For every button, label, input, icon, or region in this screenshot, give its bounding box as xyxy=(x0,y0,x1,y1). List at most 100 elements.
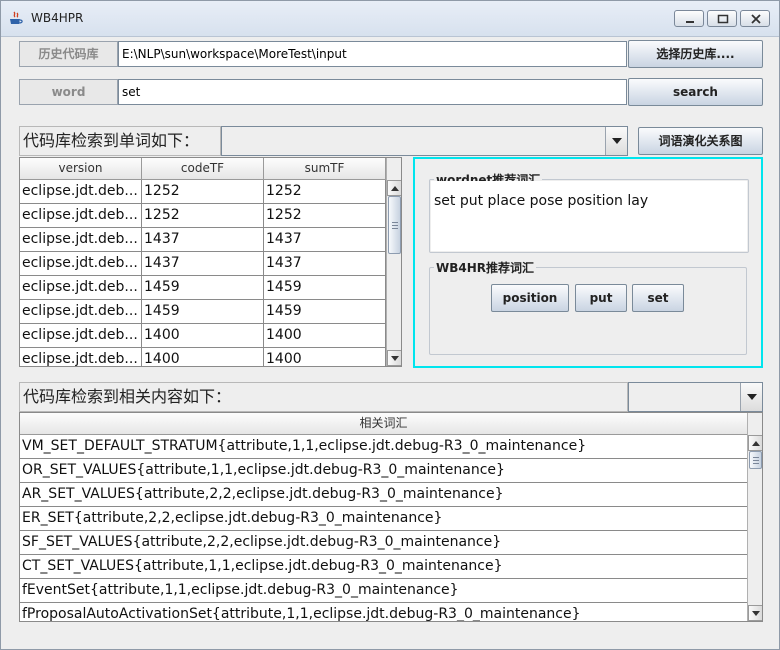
words-table-header: version codeTF sumTF xyxy=(20,158,386,180)
chevron-down-icon xyxy=(747,394,757,400)
sumtf-cell: 1437 xyxy=(264,252,386,276)
scroll-thumb[interactable] xyxy=(749,451,762,469)
suggest-put-button[interactable]: put xyxy=(575,284,627,312)
sumtf-cell: 1400 xyxy=(264,348,386,366)
related-word-cell: SF_SET_VALUES{attribute,2,2,eclipse.jdt.… xyxy=(22,534,502,550)
title-bar[interactable]: WB4HPR xyxy=(1,1,779,37)
sumtf-cell: 1252 xyxy=(264,204,386,228)
word-input[interactable]: set xyxy=(118,79,627,105)
words-combo[interactable] xyxy=(221,126,628,156)
list-item[interactable]: AR_SET_VALUES{attribute,2,2,eclipse.jdt.… xyxy=(20,483,747,507)
scroll-up-icon xyxy=(391,186,399,191)
choose-repo-button[interactable]: 选择历史库.... xyxy=(628,40,763,68)
app-window: WB4HPR 历史代码库 E:\NLP\sun\workspace\MoreTe… xyxy=(0,0,780,650)
recommendation-panel: wordnet推荐词汇 set put place pose position … xyxy=(413,157,763,368)
scroll-down-button[interactable] xyxy=(387,350,401,366)
version-cell: eclipse.jdt.deb... xyxy=(20,228,142,252)
table-row[interactable]: eclipse.jdt.deb... 1252 1252 xyxy=(20,180,386,204)
words-caption: 代码库检索到单词如下： xyxy=(19,126,221,156)
table-row[interactable]: eclipse.jdt.deb... 1459 1459 xyxy=(20,276,386,300)
scroll-down-icon xyxy=(391,356,399,361)
close-icon xyxy=(751,14,761,24)
list-item[interactable]: ER_SET{attribute,2,2,eclipse.jdt.debug-R… xyxy=(20,507,747,531)
grip-line xyxy=(392,225,398,226)
table-row[interactable]: eclipse.jdt.deb... 1459 1459 xyxy=(20,300,386,324)
version-cell: eclipse.jdt.deb... xyxy=(20,180,142,204)
maximize-button[interactable] xyxy=(707,10,737,27)
version-cell: eclipse.jdt.deb... xyxy=(20,300,142,324)
related-table-header: 相关词汇 xyxy=(20,413,747,435)
scroll-thumb[interactable] xyxy=(388,196,401,254)
list-item[interactable]: VM_SET_DEFAULT_STRATUM{attribute,1,1,ecl… xyxy=(20,435,747,459)
minimize-icon xyxy=(686,21,694,23)
related-table-scrollbar[interactable] xyxy=(747,413,762,621)
grip-line xyxy=(753,457,759,458)
sumtf-cell: 1459 xyxy=(264,300,386,324)
minimize-button[interactable] xyxy=(674,10,704,27)
related-word-cell: AR_SET_VALUES{attribute,2,2,eclipse.jdt.… xyxy=(22,486,504,502)
scroll-up-icon xyxy=(752,441,760,446)
words-table-scrollbar[interactable] xyxy=(386,158,401,366)
list-item[interactable]: SF_SET_VALUES{attribute,2,2,eclipse.jdt.… xyxy=(20,531,747,555)
codetf-cell: 1459 xyxy=(142,300,264,324)
sumtf-cell: 1437 xyxy=(264,228,386,252)
window-title: WB4HPR xyxy=(31,11,84,25)
related-combo-arrow[interactable] xyxy=(740,383,762,411)
version-cell: eclipse.jdt.deb... xyxy=(20,204,142,228)
related-table: 相关词汇 VM_SET_DEFAULT_STRATUM{attribute,1,… xyxy=(19,412,763,622)
wordnet-text[interactable]: set put place pose position lay xyxy=(431,181,747,251)
wb4hr-group: WB4HR推荐词汇 position put set xyxy=(429,259,747,355)
list-item[interactable]: fEventSet{attribute,1,1,eclipse.jdt.debu… xyxy=(20,579,747,603)
related-word-cell: OR_SET_VALUES{attribute,1,1,eclipse.jdt.… xyxy=(22,462,505,478)
col-related-words[interactable]: 相关词汇 xyxy=(20,413,747,435)
list-item[interactable]: CT_SET_VALUES{attribute,1,1,eclipse.jdt.… xyxy=(20,555,747,579)
words-combo-arrow[interactable] xyxy=(605,127,627,155)
java-coffee-icon xyxy=(10,11,23,24)
table-row[interactable]: eclipse.jdt.deb... 1252 1252 xyxy=(20,204,386,228)
search-button[interactable]: search xyxy=(628,78,763,106)
scroll-up-button[interactable] xyxy=(748,435,762,451)
graph-button[interactable]: 词语演化关系图 xyxy=(638,127,763,155)
codetf-cell: 1400 xyxy=(142,348,264,366)
table-row[interactable]: eclipse.jdt.deb... 1437 1437 xyxy=(20,252,386,276)
codetf-cell: 1437 xyxy=(142,252,264,276)
repo-path-field[interactable]: E:\NLP\sun\workspace\MoreTest\input xyxy=(118,41,627,67)
related-word-cell: CT_SET_VALUES{attribute,1,1,eclipse.jdt.… xyxy=(22,558,503,574)
version-cell: eclipse.jdt.deb... xyxy=(20,348,142,366)
grip-line xyxy=(753,463,759,464)
grip-line xyxy=(392,222,398,223)
col-codetf[interactable]: codeTF xyxy=(142,158,264,180)
words-table: version codeTF sumTF eclipse.jdt.deb... 1… xyxy=(19,157,402,367)
scroll-down-button[interactable] xyxy=(748,605,762,621)
wordnet-group: wordnet推荐词汇 set put place pose position … xyxy=(429,171,749,253)
codetf-cell: 1437 xyxy=(142,228,264,252)
repo-label: 历史代码库 xyxy=(19,41,118,67)
grip-line xyxy=(392,228,398,229)
maximize-icon xyxy=(717,14,729,24)
scroll-down-icon xyxy=(752,611,760,616)
col-version[interactable]: version xyxy=(20,158,142,180)
word-label: word xyxy=(19,79,118,105)
list-item[interactable]: fProposalAutoActivationSet{attribute,1,1… xyxy=(20,603,747,621)
grip-line xyxy=(753,460,759,461)
related-combo[interactable] xyxy=(628,382,763,412)
scroll-up-button[interactable] xyxy=(387,180,401,196)
table-row[interactable]: eclipse.jdt.deb... 1400 1400 xyxy=(20,324,386,348)
list-item[interactable]: OR_SET_VALUES{attribute,1,1,eclipse.jdt.… xyxy=(20,459,747,483)
sumtf-cell: 1400 xyxy=(264,324,386,348)
close-button[interactable] xyxy=(740,10,770,27)
related-caption: 代码库检索到相关内容如下： xyxy=(19,382,628,412)
codetf-cell: 1252 xyxy=(142,180,264,204)
table-row[interactable]: eclipse.jdt.deb... 1437 1437 xyxy=(20,228,386,252)
codetf-cell: 1459 xyxy=(142,276,264,300)
codetf-cell: 1400 xyxy=(142,324,264,348)
related-word-cell: fEventSet{attribute,1,1,eclipse.jdt.debu… xyxy=(22,582,459,598)
col-sumtf[interactable]: sumTF xyxy=(264,158,386,180)
version-cell: eclipse.jdt.deb... xyxy=(20,276,142,300)
main-content: 历史代码库 E:\NLP\sun\workspace\MoreTest\inpu… xyxy=(1,38,779,649)
suggest-set-button[interactable]: set xyxy=(632,284,684,312)
chevron-down-icon xyxy=(612,138,622,144)
table-row[interactable]: eclipse.jdt.deb... 1400 1400 xyxy=(20,348,386,366)
suggest-position-button[interactable]: position xyxy=(491,284,569,312)
related-word-cell: ER_SET{attribute,2,2,eclipse.jdt.debug-R… xyxy=(22,510,443,526)
